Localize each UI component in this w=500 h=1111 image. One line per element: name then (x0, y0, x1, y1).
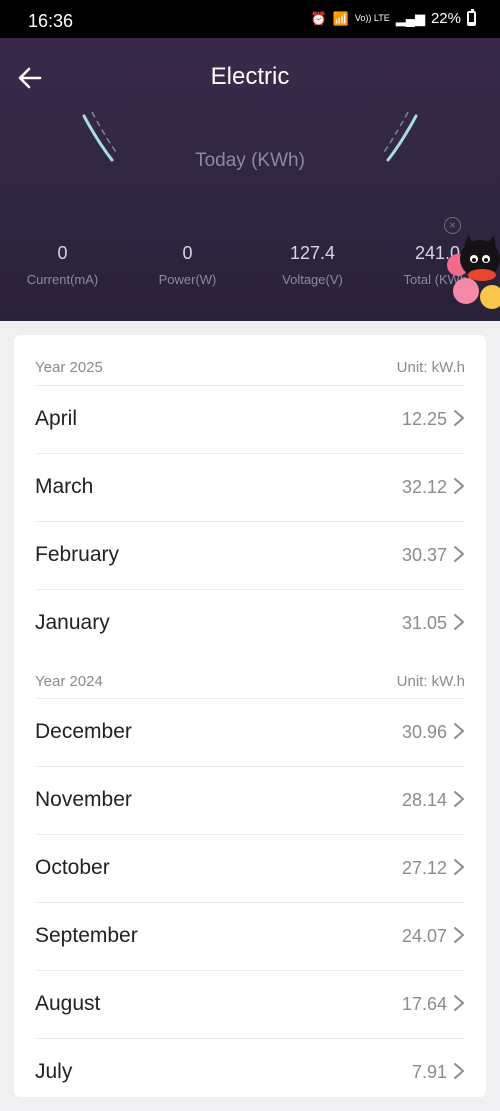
stat-voltage-label: Voltage(V) (282, 272, 343, 287)
status-time: 16:36 (28, 11, 74, 31)
month-value: 30.37 (401, 545, 447, 565)
month-value: 27.12 (401, 858, 447, 878)
monthly-usage-card: Year 2025 Unit: kW.h April 12.25 March 3… (14, 335, 486, 1097)
status-icons: ⏰ 📶 Vo)) LTE ▂▄▆ 22% (310, 9, 476, 27)
battery-percent: 22% (430, 10, 461, 27)
cat-mascot-icon[interactable] (444, 235, 500, 323)
close-icon[interactable]: × (444, 217, 461, 234)
month-row-march[interactable]: March 32.12 (35, 454, 465, 522)
stat-voltage: 127.4 Voltage(V) (250, 243, 375, 287)
signal-icon: ▂▄▆ (395, 10, 425, 26)
month-name: October (35, 856, 110, 879)
stats-row: 0 Current(mA) 0 Power(W) 127.4 Voltage(V… (0, 243, 500, 303)
month-name: November (35, 788, 132, 811)
stat-power-value: 0 (182, 243, 193, 263)
stat-voltage-value: 127.4 (289, 243, 336, 263)
month-value: 28.14 (401, 790, 447, 810)
month-row-april[interactable]: April 12.25 (35, 386, 465, 454)
month-value: 32.12 (401, 477, 447, 497)
month-row-january[interactable]: January 31.05 (35, 590, 465, 657)
year-header-2024: Year 2024 Unit: kW.h (35, 657, 465, 699)
month-value: 30.96 (401, 722, 447, 742)
month-name: August (35, 992, 101, 1015)
month-row-july[interactable]: July 7.91 (35, 1039, 465, 1106)
header: Electric Today (KWh) 0 Current(mA) 0 Pow… (0, 38, 500, 321)
month-value: 12.25 (401, 409, 447, 429)
gauge-label: Today (KWh) (195, 150, 305, 171)
stat-power: 0 Power(W) (125, 243, 250, 287)
chevron-right-icon (454, 723, 464, 739)
alarm-icon: ⏰ (310, 10, 327, 26)
month-row-october[interactable]: October 27.12 (35, 835, 465, 903)
month-value: 7.91 (411, 1062, 447, 1082)
wifi-icon: 📶 (332, 10, 349, 26)
month-name: September (35, 924, 138, 947)
unit-label: Unit: kW.h (396, 673, 465, 690)
chevron-right-icon (454, 927, 464, 943)
month-row-february[interactable]: February 30.37 (35, 522, 465, 590)
month-name: July (35, 1060, 73, 1083)
month-name: February (35, 543, 120, 566)
chevron-right-icon (454, 995, 464, 1011)
chevron-right-icon (454, 614, 464, 630)
month-value: 17.64 (401, 994, 447, 1014)
chevron-right-icon (454, 478, 464, 494)
month-name: April (35, 407, 78, 430)
status-bar: 16:36 ⏰ 📶 Vo)) LTE ▂▄▆ 22% (0, 0, 500, 38)
gauge-arc (82, 111, 418, 162)
month-row-november[interactable]: November 28.14 (35, 767, 465, 835)
stat-current-label: Current(mA) (26, 272, 99, 287)
volte-icon: Vo)) LTE (354, 13, 390, 23)
chevron-right-icon (454, 791, 464, 807)
chevron-right-icon (454, 410, 464, 426)
unit-label: Unit: kW.h (396, 359, 465, 376)
stat-current-value: 0 (57, 243, 68, 263)
month-name: March (35, 475, 94, 498)
month-row-december[interactable]: December 30.96 (35, 699, 465, 767)
month-name: December (35, 720, 132, 743)
month-row-august[interactable]: August 17.64 (35, 971, 465, 1039)
year-label: Year 2024 (35, 673, 103, 690)
year-label: Year 2025 (35, 359, 103, 376)
chevron-right-icon (454, 859, 464, 875)
stat-power-label: Power(W) (158, 272, 217, 287)
month-row-september[interactable]: September 24.07 (35, 903, 465, 971)
month-value: 24.07 (401, 926, 447, 946)
month-value: 31.05 (401, 613, 447, 633)
stat-current: 0 Current(mA) (0, 243, 125, 287)
month-name: January (35, 611, 110, 634)
chevron-right-icon (454, 546, 464, 562)
battery-icon (467, 9, 476, 26)
chevron-right-icon (454, 1063, 464, 1079)
year-header-2025: Year 2025 Unit: kW.h (35, 335, 465, 386)
